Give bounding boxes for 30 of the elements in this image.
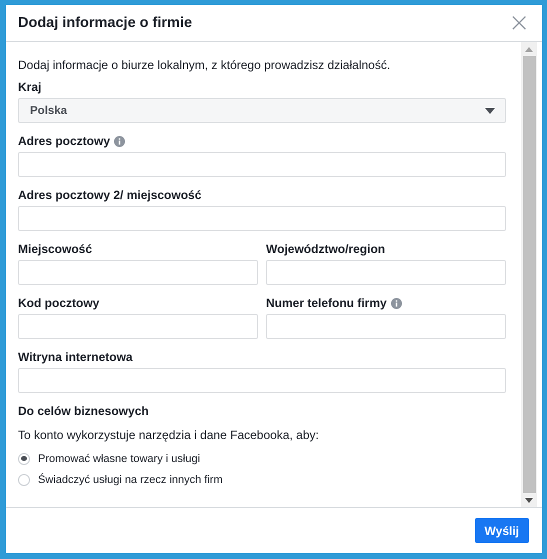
caret-icon [485,108,495,114]
input-field[interactable] [18,260,258,285]
info-icon[interactable] [390,298,402,308]
submit-button[interactable]: Wyślij [474,518,529,543]
close-button[interactable]: × [506,12,532,34]
option-label: Świadczyć usługi na rzecz innych firm [38,474,223,486]
field-label: Adres pocztowy 2/ miejscowość [18,188,202,202]
intro-text: Dodaj informacje o biurze lokalnym, z którego prowadzisz działalność. [18,58,392,72]
field-label: Adres pocztowy [18,134,110,148]
input-field[interactable] [18,206,506,231]
field-label: Województwo/region [266,242,386,256]
section-heading: Do celów biznesowych [18,404,150,418]
input-field[interactable] [266,314,506,339]
input-field[interactable] [18,368,506,393]
country-dropdown[interactable]: Polska [18,98,506,123]
field-label: Witryna internetowa [18,350,133,364]
field-label: Kod pocztowy [18,296,100,310]
dialog-title: Dodaj informacje o firmie [18,15,192,31]
input-field[interactable] [18,152,506,177]
option-label: Promować własne towary i usługi [38,452,200,464]
info-icon[interactable] [114,136,126,146]
field-label: Kraj [18,80,42,94]
input-field[interactable] [266,260,506,285]
scrollbar-thumb[interactable] [522,56,536,493]
field-label: Miejscowość [18,242,92,256]
input-field[interactable] [18,314,258,339]
field-label: Numer telefonu firmy [266,296,387,310]
radio-button[interactable] [18,474,30,486]
prompt-text: To konto wykorzystuje narzędzia i dane Facebooka, aby: [18,428,320,442]
radio-button[interactable] [18,452,30,464]
